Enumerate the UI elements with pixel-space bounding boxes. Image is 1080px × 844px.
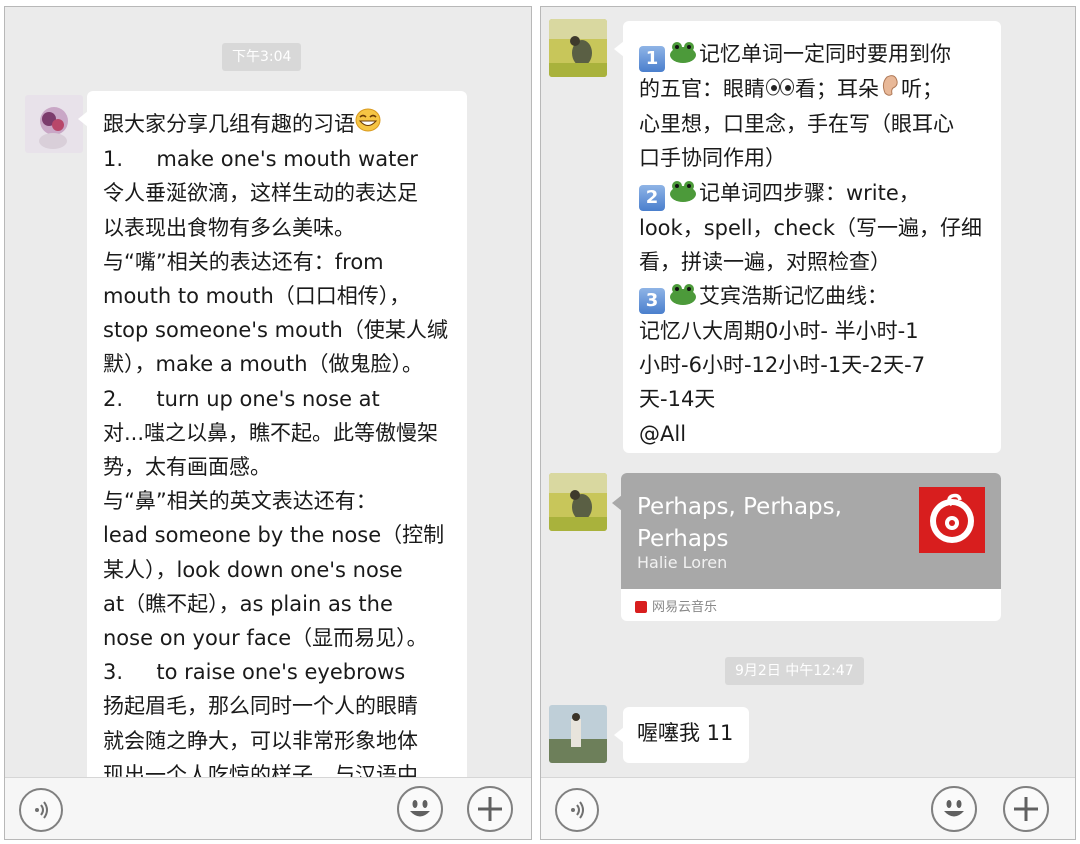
eyes-emoji-icon [765,73,795,107]
keycap-number-icon: 2 [639,184,665,211]
chat-panel-right: 1 记忆单词一定同时要用到你 的五官：眼睛 看；耳朵 听； 心里想，口里念，手在写（眼… [540,6,1076,840]
emoji-icon [944,800,964,817]
frog-emoji-icon [670,180,696,202]
voice-input-button[interactable] [555,788,599,832]
message-line: 以表现出食物有多么美味。 [103,215,355,240]
ear-emoji-icon [879,73,901,107]
message-line: 喔噻我 11 [637,721,734,745]
message-line: 某人），look down one's nose [103,557,403,582]
message-line: 3. to raise one's eyebrows [103,660,406,685]
song-artist: Halie Loren [637,553,728,572]
more-button[interactable] [1003,786,1049,832]
song-title: Perhaps, Perhaps, Perhaps [637,494,842,552]
message-line: 势，太有画面感。 [103,454,271,479]
message-line: 口手协同作用） [639,146,786,171]
plus-icon [478,797,502,821]
message-line: 记忆八大周期0小时- 半小时-1 [639,318,919,343]
music-source: 网易云音乐 [635,596,717,615]
message-line: 默），make a mouth（做鬼脸）。 [103,352,424,377]
message-bubble[interactable]: 喔噻我 11 [614,707,749,763]
emoji-icon [410,800,430,817]
avatar[interactable] [549,473,607,531]
voice-input-button[interactable] [19,788,63,832]
grin-emoji-icon [355,108,381,142]
netease-icon [635,601,647,613]
message-line: 心里想，口里念，手在写（眼耳心 [639,112,954,137]
music-card-header: Perhaps, Perhaps, Perhaps Halie Loren [621,473,1001,589]
message-line: look，spell，check（写一遍，仔细 [639,215,983,240]
avatar[interactable] [25,95,83,153]
timestamp: 9月2日 中午12:47 [725,657,864,685]
message-line: 就会随之睁大，可以非常形象地体 [103,728,418,753]
frog-emoji-icon [670,42,696,63]
message-line: lead someone by the nose（控制 [103,523,445,548]
message-line: 2. turn up one's nose at [103,386,380,411]
voice-icon [35,801,48,819]
keycap-number-icon: 3 [639,287,665,314]
message-line: mouth to mouth（口口相传）， [103,283,411,308]
avatar[interactable] [549,19,607,77]
message-line: 跟大家分享几组有趣的习语 [103,107,453,142]
plus-icon [1014,797,1038,821]
netease-music-logo [919,487,985,553]
tips-message-bubble[interactable]: 1 记忆单词一定同时要用到你 的五官：眼睛 看；耳朵 听； 心里想，口里念，手在写（眼… [614,21,1001,453]
music-share-card[interactable]: Perhaps, Perhaps, Perhaps Halie Loren 网易… [612,473,1001,621]
message-line: 3 艾宾浩斯记忆曲线： [639,279,987,314]
emoji-button[interactable] [931,786,977,832]
chat-panel-left: 下午3:04 跟大家分享几组有趣的习语 1. make one's mouth … [4,6,532,840]
message-line: 与“嘴”相关的表达还有：from [103,249,384,274]
message-line: 2 记单词四步骤：write， [639,176,987,211]
mention-all[interactable]: @All [639,417,987,451]
message-line: 令人垂涎欲滴，这样生动的表达足 [103,181,418,206]
emoji-button[interactable] [397,786,443,832]
frog-emoji-icon [670,283,696,305]
message-line: 小时-6小时-12小时-1天-2天-7 [639,353,926,378]
message-line: 与“鼻”相关的英文表达还有： [103,489,377,514]
message-line: 对...嗤之以鼻，瞧不起。此等傲慢架 [103,420,439,445]
keycap-number-icon: 1 [639,46,665,72]
message-line: 天-14天 [639,387,716,412]
message-line: 1. make one's mouth water [103,147,418,172]
input-toolbar [541,777,1075,839]
message-line: 看，拼读一遍，对照检查） [639,249,891,274]
message-line: nose on your face（显而易见）。 [103,625,428,650]
voice-icon [571,801,584,819]
input-toolbar [5,777,531,839]
message-line: 的五官：眼睛 看；耳朵 听； [639,72,987,107]
timestamp: 下午3:04 [222,43,302,71]
message-line: at（瞧不起），as plain as the [103,591,393,616]
avatar[interactable] [549,705,607,763]
message-line: stop someone's mouth（使某人缄 [103,318,448,343]
more-button[interactable] [467,786,513,832]
message-line: 1 记忆单词一定同时要用到你 [639,37,987,72]
message-bubble[interactable]: 跟大家分享几组有趣的习语 1. make one's mouth water 令… [78,91,467,811]
message-line: 扬起眉毛，那么同时一个人的眼睛 [103,694,418,719]
